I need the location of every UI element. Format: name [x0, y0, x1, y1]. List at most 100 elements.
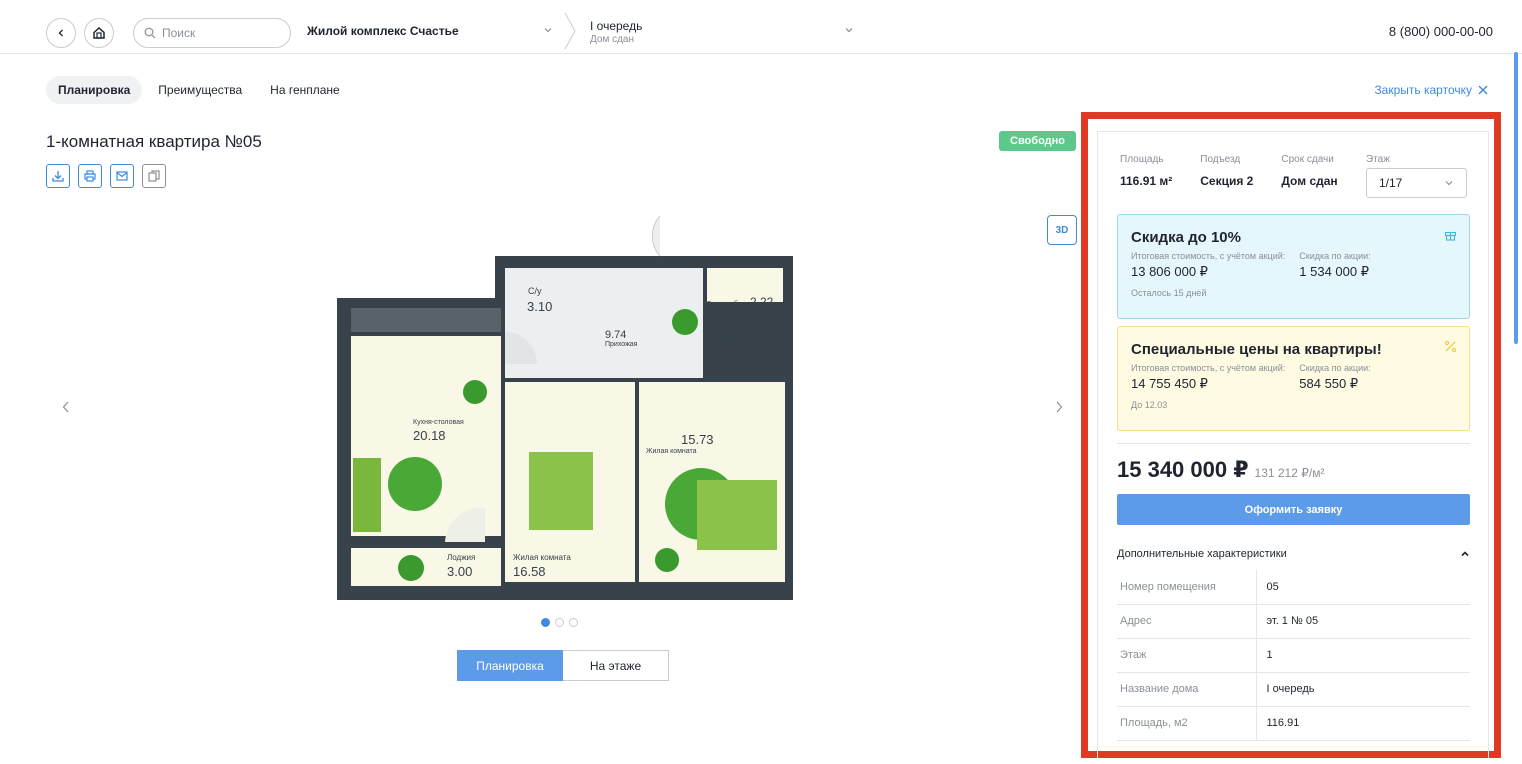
room-label-bedroom-1: Жилая комната	[646, 448, 697, 455]
price-per-m2: 131 212 ₽/м²	[1254, 466, 1325, 480]
table-row: Площадь, м2 116.91	[1117, 706, 1470, 741]
promo-values: Итоговая стоимость, с учётом акций: 13 8…	[1131, 251, 1456, 280]
prev-slide-button[interactable]	[59, 398, 73, 416]
row-value: I очередь	[1256, 672, 1470, 707]
page-scrollbar[interactable]	[1514, 52, 1518, 344]
room-area-bedroom-1: 15.73	[681, 432, 714, 447]
chevron-up-icon	[1461, 551, 1469, 557]
action-icons	[46, 164, 166, 188]
3d-view-button[interactable]: 3D	[1047, 215, 1077, 245]
home-icon	[93, 26, 105, 39]
promo-discount: Скидка по акции: 1 534 000 ₽	[1299, 251, 1370, 280]
row-value: 05	[1256, 570, 1470, 605]
room-area-hallway: 9.74	[605, 329, 626, 341]
room-area-bathroom-1: 3.10	[527, 299, 552, 314]
order-button[interactable]: Оформить заявку	[1117, 494, 1470, 525]
promo-final: Итоговая стоимость, с учётом акций: 13 8…	[1131, 251, 1285, 280]
room-label-hallway: Прихожая	[605, 341, 638, 348]
tab-advantages[interactable]: Преимущества	[146, 76, 254, 104]
compare-button[interactable]	[142, 164, 166, 188]
chevron-right-icon	[1056, 401, 1063, 413]
close-card-button[interactable]: Закрыть карточку	[1374, 83, 1488, 97]
gift-icon	[1444, 231, 1457, 241]
chevron-down-icon[interactable]	[543, 26, 553, 34]
view-switch: Планировка На этаже	[457, 650, 669, 681]
promo-card[interactable]: Специальные цены на квартиры! Итоговая с…	[1117, 326, 1470, 431]
queue-status: Дом сдан	[590, 34, 635, 45]
tab-plan[interactable]: Планировка	[46, 76, 143, 104]
room-area-kitchen: 20.18	[413, 428, 446, 443]
copy-icon	[148, 170, 160, 182]
promo-final-value: 14 755 450 ₽	[1131, 376, 1208, 391]
floor-label: Этаж	[1366, 154, 1390, 165]
chevron-down-icon[interactable]	[844, 26, 854, 34]
tab-masterplan[interactable]: На генплане	[258, 76, 352, 104]
email-button[interactable]	[110, 164, 134, 188]
promo-title: Скидка до 10%	[1131, 229, 1241, 246]
entrance-info: Подъезд Секция 2	[1200, 154, 1253, 188]
entrance-label: Подъезд	[1200, 154, 1241, 165]
percent-icon	[1444, 340, 1457, 353]
row-value: 1	[1256, 638, 1470, 673]
room-area-loggia: 3.00	[447, 564, 472, 579]
deadline-label: Срок сдачи	[1281, 154, 1334, 165]
download-icon	[52, 171, 64, 182]
promo-note: До 12.03	[1131, 400, 1168, 410]
area-label: Площадь	[1120, 154, 1164, 165]
print-icon	[84, 170, 96, 182]
extra-characteristics-toggle[interactable]: Дополнительные характеристики	[1117, 548, 1470, 560]
promo-values: Итоговая стоимость, с учётом акций: 14 7…	[1131, 363, 1456, 392]
chevron-down-icon	[1445, 181, 1453, 186]
floor-view-button[interactable]: На этаже	[563, 650, 669, 681]
row-key: Номер помещения	[1117, 570, 1257, 605]
floor-select[interactable]: 1/17	[1366, 168, 1467, 198]
plan-view-button[interactable]: Планировка	[457, 650, 563, 681]
apartment-title: 1-комнатная квартира №05	[46, 132, 262, 151]
home-button[interactable]	[84, 18, 114, 48]
search-icon	[144, 27, 156, 39]
chevron-left-icon	[62, 401, 69, 413]
area-value: 116.91 м²	[1120, 174, 1173, 188]
room-label-wardrobe: Гардероб	[707, 300, 738, 308]
row-key: Площадь, м2	[1117, 706, 1257, 741]
floor-value: 1/17	[1379, 176, 1403, 190]
promo-title: Специальные цены на квартиры!	[1131, 341, 1382, 358]
print-button[interactable]	[78, 164, 102, 188]
row-value: эт. 1 № 05	[1256, 604, 1470, 639]
deadline-value: Дом сдан	[1281, 174, 1338, 188]
complex-select[interactable]: Жилой комплекс Счастье	[307, 24, 459, 38]
row-value: 116.91	[1256, 706, 1470, 741]
queue-select[interactable]: I очередь	[590, 19, 642, 33]
room-area-bedroom-2: 16.58	[513, 564, 546, 579]
phone-number[interactable]: 8 (800) 000-00-00	[1389, 24, 1493, 39]
room-label-bedroom-2: Жилая комната	[513, 553, 571, 562]
promo-card[interactable]: Скидка до 10% Итоговая стоимость, с учёт…	[1117, 214, 1470, 319]
table-row: Номер помещения 05	[1117, 570, 1470, 605]
status-badge: Свободно	[999, 131, 1076, 151]
slide-dot[interactable]	[555, 618, 564, 627]
slide-dot[interactable]	[569, 618, 578, 627]
row-key: Название дома	[1117, 672, 1257, 707]
close-card-label: Закрыть карточку	[1374, 83, 1472, 97]
back-button[interactable]	[46, 18, 76, 48]
promo-final-label: Итоговая стоимость, с учётом акций:	[1131, 363, 1286, 373]
deadline-info: Срок сдачи Дом сдан	[1281, 154, 1337, 188]
room-area-bathroom-2: 4.00	[715, 336, 740, 351]
search-input[interactable]	[162, 26, 272, 40]
promo-discount-value: 584 550 ₽	[1299, 376, 1359, 391]
breadcrumb-separator-icon	[564, 12, 576, 50]
next-slide-button[interactable]	[1052, 398, 1066, 416]
room-label-kitchen: Кухня-столовая	[413, 419, 464, 426]
divider	[1117, 443, 1470, 444]
download-button[interactable]	[46, 164, 70, 188]
table-row: Адрес эт. 1 № 05	[1117, 604, 1470, 639]
floor-plan-image: С/у 3.10 9.74 Прихожая Гардероб 2.22 С/у…	[337, 215, 793, 600]
table-row: Название дома I очередь	[1117, 672, 1470, 707]
slide-indicator	[541, 618, 578, 627]
chevron-left-icon	[58, 29, 63, 37]
extra-characteristics-table: Номер помещения 05 Адрес эт. 1 № 05 Этаж 1 …	[1117, 570, 1470, 741]
promo-discount-label: Скидка по акции:	[1299, 251, 1371, 261]
search-box[interactable]	[133, 18, 291, 48]
info-summary: Площадь 116.91 м² Подъезд Секция 2 Срок …	[1120, 154, 1338, 188]
slide-dot[interactable]	[541, 618, 550, 627]
